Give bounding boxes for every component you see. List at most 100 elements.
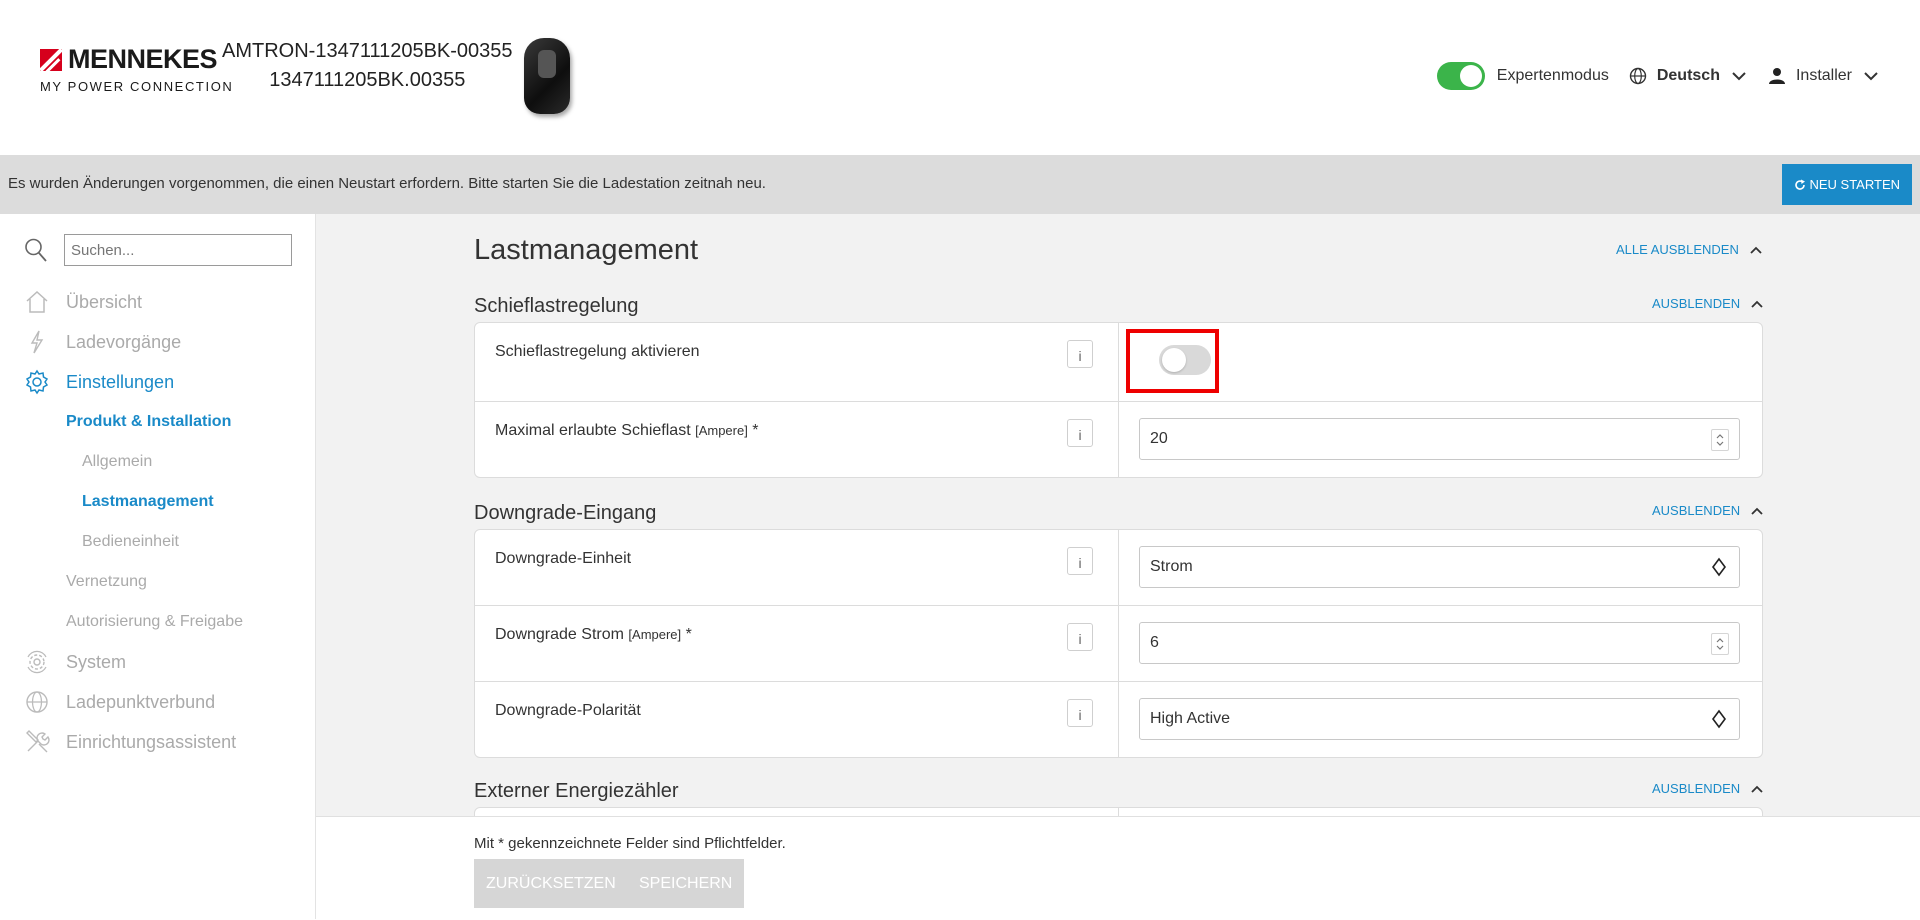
- tools-icon: [24, 729, 50, 755]
- sidebar-item-produkt-installation[interactable]: Produkt & Installation: [0, 402, 315, 442]
- info-button[interactable]: i: [1067, 699, 1093, 727]
- mennekes-logo[interactable]: MENNEKES MY POWER CONNECTION: [40, 44, 233, 94]
- downgrade-einheit-select[interactable]: Strom: [1139, 546, 1740, 588]
- info-button[interactable]: i: [1067, 623, 1093, 651]
- language-label: Deutsch: [1656, 67, 1720, 84]
- sidebar-item-label: Ladepunktverbund: [66, 691, 216, 712]
- sidebar-item-ladepunktverbund[interactable]: Ladepunktverbund: [0, 682, 315, 722]
- column-divider: [1118, 682, 1119, 757]
- user-label: Installer: [1795, 67, 1852, 84]
- number-stepper[interactable]: [1711, 633, 1729, 655]
- globe-icon: [24, 689, 50, 715]
- sidebar-nav: Übersicht Ladevorgänge Einstellungen Pro…: [0, 282, 315, 762]
- row-label: Downgrade Strom [Ampere] *: [495, 626, 692, 643]
- row-label: Downgrade-Einheit: [495, 550, 632, 567]
- sidebar-item-uebersicht[interactable]: Übersicht: [0, 282, 315, 322]
- charger-image: [524, 38, 570, 114]
- save-button[interactable]: SPEICHERN: [627, 859, 745, 908]
- mennekes-logo-mark-icon: [40, 48, 62, 71]
- refresh-icon: [1795, 179, 1806, 190]
- hide-label: AUSBLENDEN: [1652, 503, 1741, 518]
- sidebar-item-label: Bedieneinheit: [82, 533, 179, 550]
- chevron-up-icon: [1751, 785, 1763, 793]
- restart-message: Es wurden Änderungen vorgenommen, die ei…: [8, 175, 766, 192]
- row-label: Schieflastregelung aktivieren: [495, 343, 700, 360]
- sidebar-item-bedieneinheit[interactable]: Bedieneinheit: [0, 522, 315, 562]
- device-name: AMTRON-1347111205BK-00355: [222, 40, 513, 62]
- sidebar-item-label: System: [66, 651, 127, 672]
- gear-icon: [24, 369, 50, 395]
- downgrade-strom-input[interactable]: 6: [1139, 622, 1740, 664]
- lightning-icon: [24, 329, 50, 355]
- sidebar-item-label: Allgemein: [82, 453, 153, 470]
- row-downgrade-strom: Downgrade Strom [Ampere] * i 6: [475, 605, 1762, 681]
- column-divider: [1118, 808, 1119, 816]
- column-divider: [1118, 530, 1119, 605]
- chevron-up-icon: [1751, 507, 1763, 515]
- expert-mode-label: Expertenmodus: [1496, 67, 1609, 84]
- sidebar-item-label: Autorisierung & Freigabe: [66, 613, 243, 630]
- max-schieflast-input[interactable]: 20: [1139, 418, 1740, 460]
- sidebar-item-allgemein[interactable]: Allgemein: [0, 442, 315, 482]
- required-fields-note: Mit * gekennzeichnete Felder sind Pflich…: [474, 835, 786, 852]
- info-button[interactable]: i: [1067, 340, 1093, 368]
- collapse-all-label: ALLE AUSBLENDEN: [1616, 242, 1739, 257]
- field-value: 20: [1150, 430, 1168, 447]
- stepper-arrows-icon: [1716, 434, 1724, 446]
- section-title-externer-energiezaehler: Externer Energiezähler: [474, 780, 679, 802]
- sidebar: Übersicht Ladevorgänge Einstellungen Pro…: [0, 214, 316, 919]
- sidebar-item-label: Einstellungen: [66, 371, 175, 392]
- sidebar-item-einrichtungsassistent[interactable]: Einrichtungsassistent: [0, 722, 315, 762]
- sidebar-item-lastmanagement[interactable]: Lastmanagement: [0, 482, 315, 522]
- device-info: AMTRON-1347111205BK-00355 1347111205BK.0…: [222, 40, 513, 92]
- expert-mode-switch[interactable]: [1436, 62, 1485, 90]
- restart-banner: Es wurden Änderungen vorgenommen, die ei…: [0, 155, 1920, 214]
- restart-button[interactable]: NEU STARTEN: [1782, 164, 1912, 205]
- panel-schieflastregelung: Schieflastregelung aktivieren i Maximal …: [474, 322, 1763, 478]
- panel-externer-energiezaehler: [474, 807, 1763, 816]
- search-input[interactable]: [64, 234, 292, 266]
- panel-downgrade-eingang: Downgrade-Einheit i Strom Downgrade Stro…: [474, 529, 1763, 758]
- sidebar-item-autorisierung-freigabe[interactable]: Autorisierung & Freigabe: [0, 602, 315, 642]
- reset-button[interactable]: ZURÜCKSETZEN: [474, 859, 628, 908]
- hide-section-downgrade-eingang[interactable]: AUSBLENDEN: [1652, 503, 1764, 518]
- highlight-annotation: [1126, 329, 1219, 393]
- restart-label: NEU STARTEN: [1809, 177, 1900, 192]
- sidebar-item-label: Vernetzung: [66, 573, 147, 590]
- brand-tagline: MY POWER CONNECTION: [40, 79, 234, 94]
- user-menu[interactable]: Installer: [1768, 67, 1880, 85]
- sidebar-item-label: Übersicht: [66, 291, 143, 312]
- hide-section-schieflastregelung[interactable]: AUSBLENDEN: [1652, 296, 1764, 311]
- app-header: MENNEKES MY POWER CONNECTION AMTRON-1347…: [0, 0, 1920, 155]
- search-icon[interactable]: [24, 237, 48, 263]
- page-title: Lastmanagement: [474, 234, 699, 266]
- brand-name: MENNEKES: [68, 44, 218, 74]
- sidebar-item-label: Produkt & Installation: [66, 413, 232, 430]
- row-schieflast-aktivieren: Schieflastregelung aktivieren i: [475, 323, 1762, 401]
- collapse-all-link[interactable]: ALLE AUSBLENDEN: [1616, 242, 1763, 257]
- chevron-up-icon: [1750, 246, 1762, 254]
- sidebar-item-vernetzung[interactable]: Vernetzung: [0, 562, 315, 602]
- language-selector[interactable]: Deutsch: [1629, 67, 1748, 85]
- column-divider: [1118, 606, 1119, 681]
- sidebar-item-system[interactable]: System: [0, 642, 315, 682]
- select-value: High Active: [1150, 710, 1231, 727]
- expert-mode-toggle[interactable]: Expertenmodus: [1436, 62, 1609, 90]
- hide-section-externer-energiezaehler[interactable]: AUSBLENDEN: [1652, 781, 1764, 796]
- select-arrows-icon: [1712, 709, 1726, 729]
- sidebar-item-label: Ladevorgänge: [66, 331, 182, 352]
- info-button[interactable]: i: [1067, 547, 1093, 575]
- home-icon: [24, 289, 50, 315]
- column-divider: [1118, 402, 1119, 477]
- number-stepper[interactable]: [1711, 429, 1729, 451]
- row-downgrade-einheit: Downgrade-Einheit i Strom: [475, 530, 1762, 605]
- header-controls: Expertenmodus Deutsch Installer: [1419, 62, 1880, 90]
- sidebar-item-label: Lastmanagement: [82, 493, 214, 510]
- row-max-schieflast: Maximal erlaubte Schieflast [Ampere] * i…: [475, 401, 1762, 477]
- downgrade-polaritaet-select[interactable]: High Active: [1139, 698, 1740, 740]
- chevron-down-icon: [1864, 72, 1878, 81]
- sidebar-item-einstellungen[interactable]: Einstellungen: [0, 362, 315, 402]
- select-value: Strom: [1150, 558, 1193, 575]
- sidebar-item-ladevorgaenge[interactable]: Ladevorgänge: [0, 322, 315, 362]
- info-button[interactable]: i: [1067, 419, 1093, 447]
